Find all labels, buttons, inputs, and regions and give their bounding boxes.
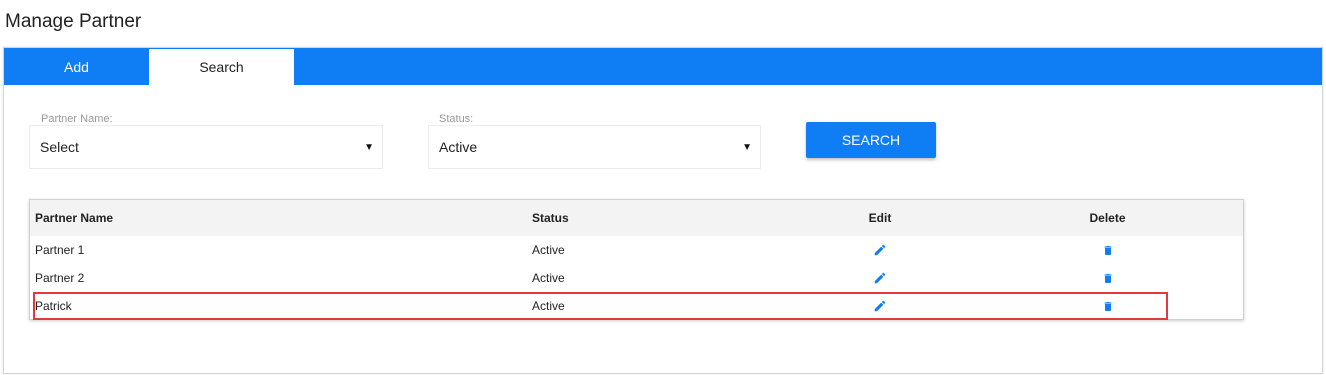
partner-name-value: Select (40, 139, 79, 155)
trash-icon[interactable] (1102, 243, 1114, 258)
trash-icon[interactable] (1102, 271, 1114, 286)
table-header: Partner Name Status Edit Delete (30, 200, 1243, 236)
row-status: Active (532, 271, 565, 285)
tab-add[interactable]: Add (4, 49, 149, 85)
dropdown-arrow-icon: ▼ (742, 141, 752, 153)
tab-search[interactable]: Search (149, 49, 294, 85)
header-delete: Delete (1089, 211, 1126, 225)
search-button[interactable]: SEARCH (806, 122, 936, 158)
manage-partner-panel: Add Search Partner Name: Select ▼ Status… (3, 47, 1323, 374)
pencil-icon[interactable] (873, 299, 887, 313)
header-status: Status (532, 211, 569, 225)
tab-bar: Add Search (4, 48, 1322, 85)
table-row: Partner 2 Active (30, 264, 1243, 292)
trash-icon[interactable] (1102, 299, 1114, 314)
page-title: Manage Partner (5, 11, 142, 32)
table-row: Patrick Active (30, 292, 1243, 320)
row-status: Active (532, 243, 565, 257)
status-value: Active (439, 139, 478, 155)
row-partner-name: Partner 2 (35, 271, 85, 285)
dropdown-arrow-icon: ▼ (364, 141, 374, 153)
header-edit: Edit (868, 211, 892, 225)
status-label: Status: (439, 113, 474, 125)
row-partner-name: Patrick (35, 299, 72, 313)
partner-name-label: Partner Name: (41, 113, 113, 125)
pencil-icon[interactable] (873, 243, 887, 257)
partner-name-select[interactable]: Select ▼ (29, 125, 383, 169)
pencil-icon[interactable] (873, 271, 887, 285)
partner-table: Partner Name Status Edit Delete Partner … (29, 199, 1244, 320)
header-partner-name: Partner Name (35, 211, 114, 225)
table-row: Partner 1 Active (30, 236, 1243, 264)
row-partner-name: Partner 1 (35, 243, 85, 257)
row-status: Active (532, 299, 565, 313)
status-select[interactable]: Active ▼ (428, 125, 761, 169)
